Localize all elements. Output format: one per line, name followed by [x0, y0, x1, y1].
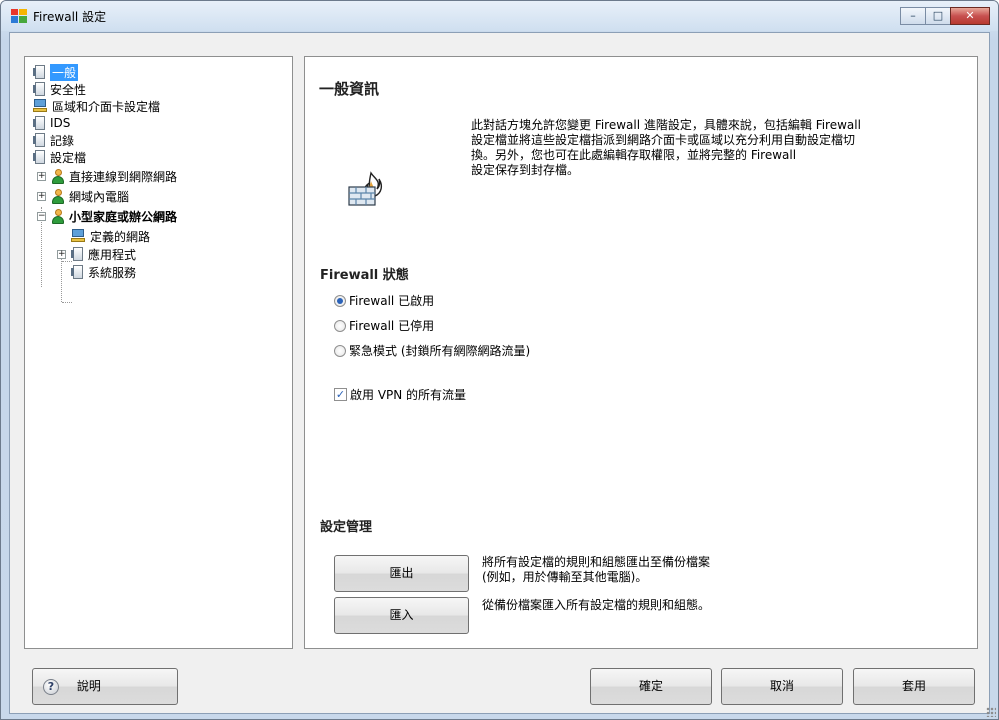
tree-item-label: 系統服務 [88, 265, 137, 280]
tree-item-applications[interactable]: 應用程式 [71, 246, 136, 262]
apply-button[interactable]: 套用 [853, 668, 975, 705]
document-icon [71, 246, 84, 262]
tree-item-label: 定義的網路 [90, 229, 151, 244]
expand-icon[interactable]: + [37, 172, 46, 181]
radio-label: Firewall 已啟用 [349, 294, 435, 308]
tree-item-logs[interactable]: 記錄 [33, 132, 74, 148]
tree-connector [62, 302, 72, 303]
cancel-button[interactable]: 取消 [721, 668, 843, 705]
firewall-icon [348, 171, 383, 206]
minimize-icon: – [910, 9, 916, 22]
network-icon [71, 229, 86, 243]
import-description: 從備份檔案匯入所有設定檔的規則和組態。 [482, 598, 711, 612]
tree-item-general[interactable]: 一般 [33, 63, 79, 81]
ok-button[interactable]: 確定 [590, 668, 712, 705]
settings-management-heading: 設定管理 [320, 520, 373, 535]
radio-button[interactable] [334, 319, 346, 332]
document-icon [33, 132, 46, 148]
tree-item-label: 區域和介面卡設定檔 [52, 99, 161, 114]
tree-item-domain-computer[interactable]: 網域內電腦 [51, 188, 129, 204]
resize-grip-icon[interactable] [986, 707, 996, 717]
firewall-disabled-radio[interactable]: Firewall 已停用 [334, 317, 434, 334]
tree-item-label: 網域內電腦 [69, 189, 130, 204]
user-icon [51, 188, 65, 204]
settings-tree[interactable]: 一般 安全性 區域和介面卡設定檔 IDS 記錄 設定檔 + 直接連線到網際網路 … [24, 56, 293, 649]
document-icon [33, 64, 46, 80]
tree-item-direct-internet[interactable]: 直接連線到網際網路 [51, 168, 177, 184]
collapse-icon[interactable]: − [37, 212, 46, 221]
cancel-button-label: 取消 [769, 679, 794, 693]
apply-button-label: 套用 [901, 679, 926, 693]
document-icon [33, 149, 46, 165]
tree-item-label: 直接連線到網際網路 [69, 169, 178, 184]
tree-item-label: 小型家庭或辦公網路 [69, 209, 178, 224]
import-button-label: 匯入 [389, 608, 414, 622]
checkbox-label: 啟用 VPN 的所有流量 [350, 388, 467, 402]
maximize-button[interactable]: □ [925, 7, 951, 25]
tree-item-system-services[interactable]: 系統服務 [71, 264, 136, 280]
tree-item-profiles[interactable]: 設定檔 [33, 149, 86, 165]
user-icon [51, 168, 65, 184]
tree-item-label: 應用程式 [88, 247, 137, 262]
document-icon [33, 81, 46, 97]
firewall-status-heading: Firewall 狀態 [320, 268, 409, 283]
export-description: 將所有設定檔的規則和組態匯出至備份檔案 (例如，用於傳輸至其他電腦)。 [482, 555, 710, 585]
description-text: 此對話方塊允許您變更 Firewall 進階設定，具體來說，包括編輯 Firew… [471, 118, 861, 178]
description-line: 此對話方塊允許您變更 Firewall 進階設定，具體來說，包括編輯 Firew… [471, 118, 861, 132]
title-bar[interactable]: Firewall 設定 – □ ✕ [1, 1, 998, 31]
expand-icon[interactable]: + [37, 192, 46, 201]
tree-item-label: 記錄 [50, 133, 75, 148]
tree-item-security[interactable]: 安全性 [33, 81, 86, 97]
firewall-settings-window: Firewall 設定 – □ ✕ 一般 安全性 區域和介面卡設定檔 IDS 記… [0, 0, 999, 720]
radio-label: 緊急模式 (封鎖所有網際網路流量) [349, 344, 531, 358]
export-desc-line: (例如，用於傳輸至其他電腦)。 [482, 570, 648, 584]
document-icon [71, 264, 84, 280]
tree-item-label: 一般 [50, 63, 79, 81]
tree-item-label: 安全性 [50, 82, 87, 97]
description-line: 設定檔並將這些設定檔指派到網路介面卡或區域以充分利用自動設定檔切 [471, 133, 856, 147]
emergency-mode-radio[interactable]: 緊急模式 (封鎖所有網際網路流量) [334, 342, 530, 359]
minimize-button[interactable]: – [900, 7, 926, 25]
export-button-label: 匯出 [389, 566, 414, 580]
window-title: Firewall 設定 [33, 10, 107, 24]
network-icon [33, 99, 48, 113]
description-line: 設定保存到封存檔。 [471, 163, 580, 177]
ok-button-label: 確定 [638, 679, 663, 693]
tree-item-label: IDS [50, 116, 71, 130]
radio-button[interactable] [334, 294, 346, 307]
expand-icon[interactable]: + [57, 250, 66, 259]
maximize-icon: □ [932, 9, 944, 22]
page-title: 一般資訊 [319, 80, 380, 98]
close-icon: ✕ [965, 9, 975, 22]
tree-item-ids[interactable]: IDS [33, 115, 70, 131]
export-desc-line: 將所有設定檔的規則和組態匯出至備份檔案 [482, 555, 711, 569]
tree-item-small-office[interactable]: 小型家庭或辦公網路 [51, 208, 177, 224]
tree-item-defined-networks[interactable]: 定義的網路 [71, 228, 150, 244]
help-button-label: 說明 [76, 679, 101, 693]
help-button[interactable]: ? 說明 [32, 668, 178, 705]
document-icon [33, 115, 46, 131]
vpn-traffic-checkbox[interactable]: ✓ 啟用 VPN 的所有流量 [334, 386, 466, 403]
avg-logo-icon [11, 9, 27, 23]
tree-item-label: 設定檔 [50, 150, 87, 165]
user-icon [51, 208, 65, 224]
export-button[interactable]: 匯出 [334, 555, 469, 592]
help-icon: ? [43, 679, 59, 695]
import-button[interactable]: 匯入 [334, 597, 469, 634]
description-line: 換。另外，您也可在此處編輯存取權限，並將完整的 Firewall [471, 148, 797, 162]
tree-item-zones-adapters[interactable]: 區域和介面卡設定檔 [33, 98, 160, 114]
close-button[interactable]: ✕ [950, 7, 990, 25]
radio-button[interactable] [334, 344, 346, 357]
firewall-enabled-radio[interactable]: Firewall 已啟用 [334, 292, 434, 309]
checkbox-check-icon[interactable]: ✓ [334, 388, 347, 401]
radio-label: Firewall 已停用 [349, 319, 435, 333]
